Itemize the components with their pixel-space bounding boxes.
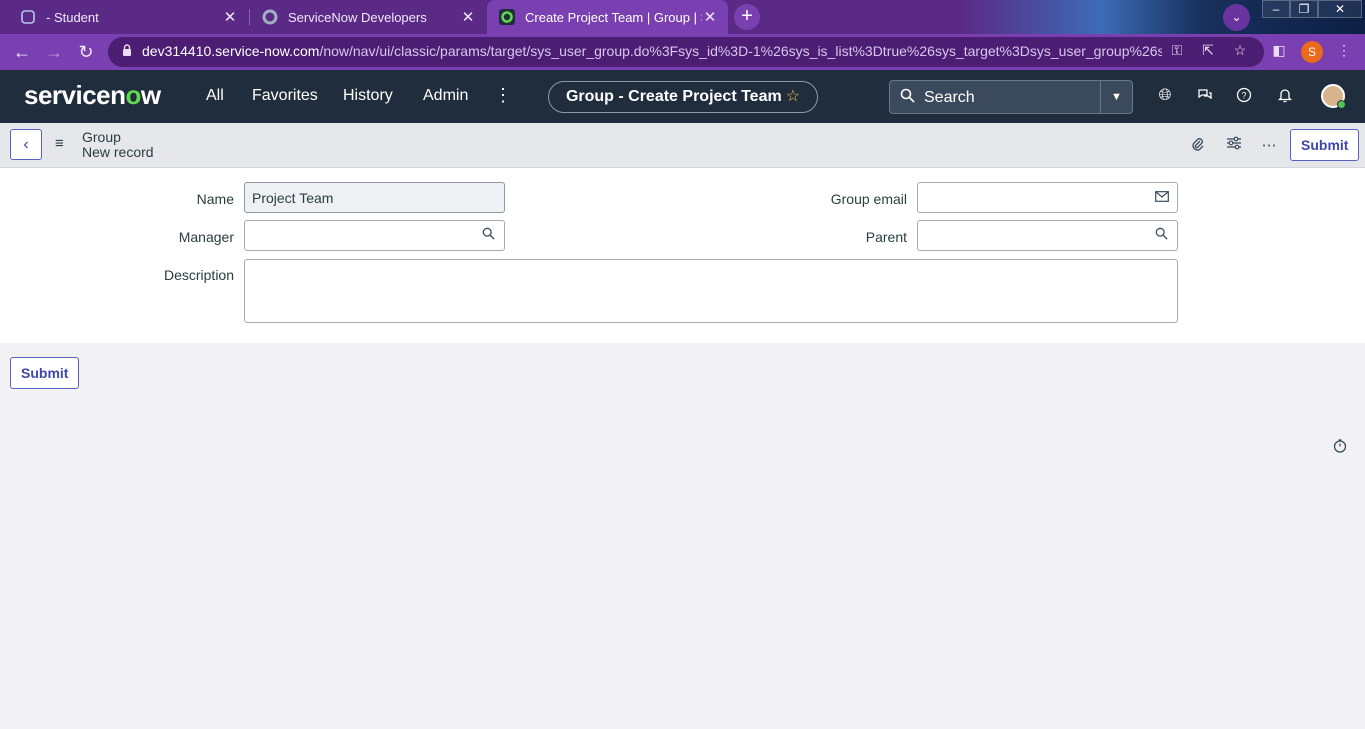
tab-search-chevron-icon[interactable]: ⌄ bbox=[1223, 4, 1250, 31]
menu-admin[interactable]: Admin bbox=[423, 87, 468, 105]
attachment-paperclip-icon[interactable] bbox=[1187, 136, 1207, 156]
global-search[interactable]: Search ▼ bbox=[889, 80, 1133, 114]
parent-lookup-search-icon[interactable] bbox=[1146, 220, 1178, 251]
tab-title: ServiceNow Developers bbox=[288, 9, 427, 25]
servicenow-favicon bbox=[262, 9, 278, 25]
manager-field[interactable] bbox=[244, 220, 474, 251]
name-label: Name bbox=[196, 191, 234, 207]
profile-avatar[interactable]: S bbox=[1301, 41, 1323, 63]
menu-favorites[interactable]: Favorites bbox=[252, 87, 318, 105]
logo-text: w bbox=[140, 80, 161, 110]
back-button[interactable]: ‹ bbox=[10, 129, 42, 160]
response-time-stopwatch-icon[interactable] bbox=[1333, 439, 1347, 456]
lock-icon[interactable] bbox=[122, 44, 132, 59]
reload-icon[interactable]: ↻ bbox=[75, 41, 97, 63]
notifications-bell-icon[interactable] bbox=[1275, 87, 1295, 108]
name-field[interactable]: Project Team bbox=[244, 182, 505, 213]
more-menu-icon[interactable]: ⋮ bbox=[494, 85, 512, 106]
browser-tab-create-project-team[interactable]: Create Project Team | Group | Ser ✕ bbox=[487, 0, 728, 34]
description-textarea[interactable] bbox=[244, 259, 1178, 323]
presence-status-dot bbox=[1337, 100, 1346, 109]
url-path: /now/nav/ui/classic/params/target/sys_us… bbox=[319, 43, 1162, 59]
description-label: Description bbox=[163, 267, 234, 283]
close-tab-icon[interactable]: ✕ bbox=[702, 8, 718, 26]
parent-field[interactable] bbox=[917, 220, 1147, 251]
browser-tab-servicenow-developers[interactable]: ServiceNow Developers ✕ bbox=[250, 0, 486, 34]
servicenow-favicon bbox=[499, 9, 515, 25]
context-menu-hamburger-icon[interactable]: ≡ bbox=[55, 135, 64, 152]
url-host: dev314410.service-now.com bbox=[142, 43, 320, 59]
restore-window-icon[interactable]: ❐ bbox=[1290, 0, 1318, 18]
personalize-form-sliders-icon[interactable] bbox=[1224, 136, 1244, 154]
servicenow-header: servicenow All Favorites History Admin ⋮… bbox=[0, 70, 1365, 123]
forward-arrow-icon[interactable]: → bbox=[43, 41, 65, 63]
parent-label: Parent bbox=[865, 229, 907, 245]
logo-accent: o bbox=[125, 80, 142, 110]
search-label: Search bbox=[924, 89, 975, 106]
back-arrow-icon[interactable]: ← bbox=[11, 41, 33, 63]
servicenow-logo[interactable]: servicenow bbox=[24, 80, 161, 111]
browser-tab-strip: - Student ✕ ServiceNow Developers ✕ Crea… bbox=[0, 0, 1365, 34]
svg-text:?: ? bbox=[1241, 91, 1246, 101]
close-window-icon[interactable]: ✕ bbox=[1318, 0, 1362, 18]
context-title: Group - Create Project Team bbox=[565, 88, 782, 105]
share-icon[interactable]: ⇱ bbox=[1198, 42, 1218, 59]
student-favicon bbox=[20, 9, 36, 25]
close-tab-icon[interactable]: ✕ bbox=[222, 8, 238, 26]
form-header: ‹ ≡ Group New record ⋯ Submit bbox=[0, 123, 1365, 168]
search-scope-chevron-down-icon[interactable]: ▼ bbox=[1100, 81, 1132, 113]
group-email-label: Group email bbox=[830, 191, 907, 207]
minimize-window-icon[interactable]: ‒ bbox=[1262, 0, 1290, 18]
search-icon bbox=[900, 88, 915, 107]
globe-icon[interactable]: 🌐︎ bbox=[1155, 87, 1175, 105]
user-avatar[interactable] bbox=[1321, 84, 1346, 109]
browser-address-bar: ← → ↻ dev314410.service-now.com/now/nav/… bbox=[0, 34, 1365, 70]
group-email-field[interactable] bbox=[917, 182, 1147, 213]
url-text[interactable]: dev314410.service-now.com/now/nav/ui/cla… bbox=[142, 43, 1162, 59]
manager-lookup-search-icon[interactable] bbox=[473, 220, 505, 251]
key-icon[interactable]: ⚿ bbox=[1167, 42, 1187, 59]
favorite-star-icon[interactable]: ☆ bbox=[786, 88, 800, 105]
menu-all[interactable]: All bbox=[206, 87, 224, 105]
context-title-pill[interactable]: Group - Create Project Team ☆ bbox=[548, 81, 818, 113]
tab-title: - Student bbox=[46, 9, 99, 25]
tab-title: Create Project Team | Group | Ser bbox=[525, 9, 702, 25]
logo-text: servicen bbox=[24, 80, 126, 110]
record-title: Group New record bbox=[82, 130, 154, 160]
chat-icon[interactable] bbox=[1195, 87, 1215, 108]
group-form: Name Project Team Manager Description Gr… bbox=[0, 168, 1365, 343]
browser-menu-icon[interactable]: ⋮ bbox=[1334, 42, 1354, 59]
send-email-envelope-icon[interactable] bbox=[1146, 182, 1178, 213]
more-options-ellipsis-icon[interactable]: ⋯ bbox=[1259, 136, 1279, 154]
bottom-submit-button[interactable]: Submit bbox=[10, 357, 80, 389]
menu-history[interactable]: History bbox=[343, 87, 393, 105]
help-icon[interactable]: ? bbox=[1234, 87, 1254, 108]
new-tab-button[interactable]: + bbox=[734, 4, 760, 30]
side-panel-icon[interactable]: ◧ bbox=[1269, 42, 1289, 59]
browser-tab-student[interactable]: - Student ✕ bbox=[8, 0, 248, 34]
table-name: Group bbox=[82, 129, 121, 145]
close-tab-icon[interactable]: ✕ bbox=[460, 8, 476, 26]
bookmark-star-icon[interactable]: ☆ bbox=[1230, 42, 1250, 59]
manager-label: Manager bbox=[178, 229, 234, 245]
header-submit-button[interactable]: Submit bbox=[1290, 129, 1360, 161]
record-state: New record bbox=[82, 144, 154, 160]
